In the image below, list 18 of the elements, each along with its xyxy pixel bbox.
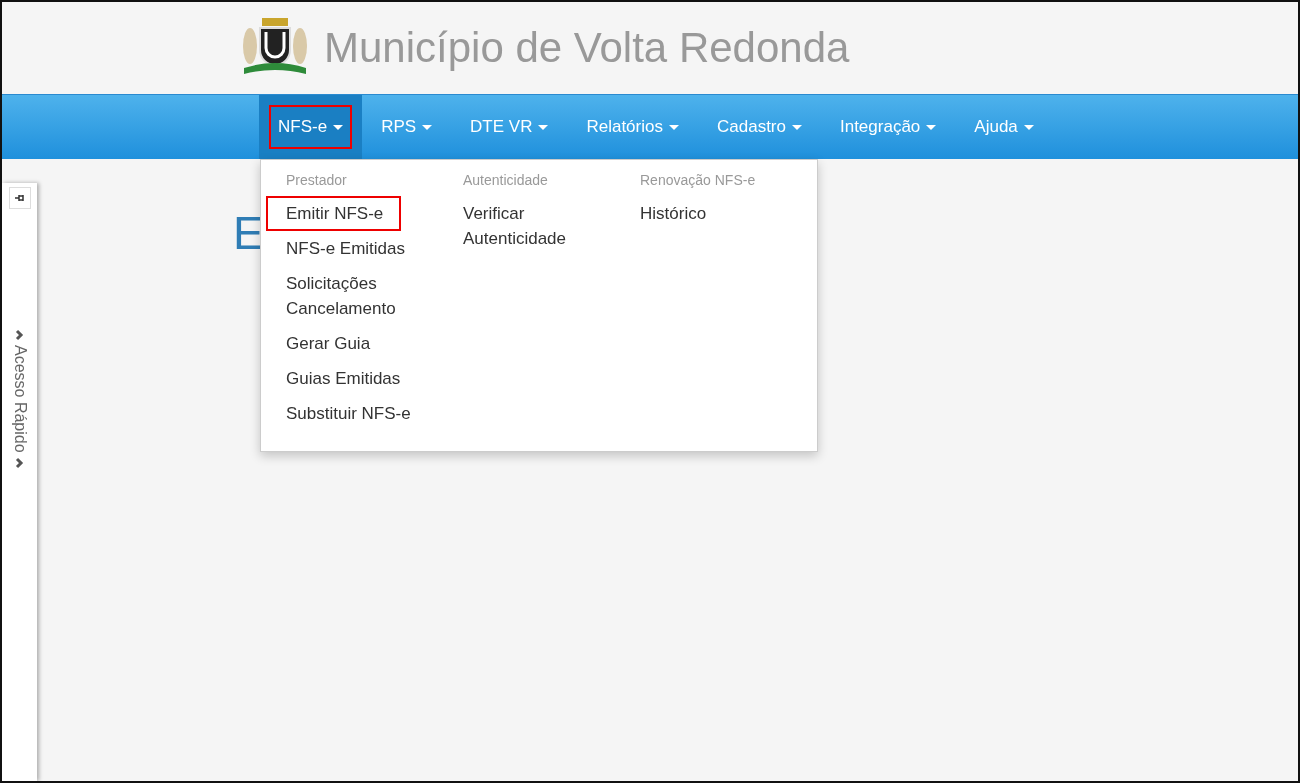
dropdown-menu-item[interactable]: Gerar Guia bbox=[284, 326, 373, 361]
dropdown-menu-item[interactable]: Substituir NFS-e bbox=[284, 396, 413, 431]
chevron-icon bbox=[13, 329, 26, 341]
dropdown-menu-item[interactable]: Emitir NFS-e bbox=[266, 196, 402, 231]
chevron-icon bbox=[13, 456, 26, 469]
menu-section-header: Prestador bbox=[286, 172, 347, 188]
dropdown-menu-item[interactable]: Histórico bbox=[638, 196, 709, 231]
menu-section-header: Renovação NFS-e bbox=[640, 172, 756, 188]
dropdown-menu-item[interactable]: Verificar Autenticidade bbox=[461, 196, 611, 256]
dropdown-menu-item[interactable]: Solicitações Cancelamento bbox=[284, 266, 434, 326]
quick-access-toggle[interactable]: Acesso Rápido bbox=[10, 329, 29, 469]
dropdown-menu-item[interactable]: Guias Emitidas bbox=[284, 361, 403, 396]
menu-section-header: Autenticidade bbox=[463, 172, 548, 188]
site-title: Município de Volta Redonda bbox=[324, 24, 850, 72]
page-heading: E bbox=[233, 207, 264, 259]
dropdown-menu-item[interactable]: NFS-e Emitidas bbox=[284, 231, 408, 266]
pin-icon[interactable] bbox=[8, 187, 31, 209]
nav-menu-item[interactable]: NFS-e bbox=[259, 95, 363, 159]
